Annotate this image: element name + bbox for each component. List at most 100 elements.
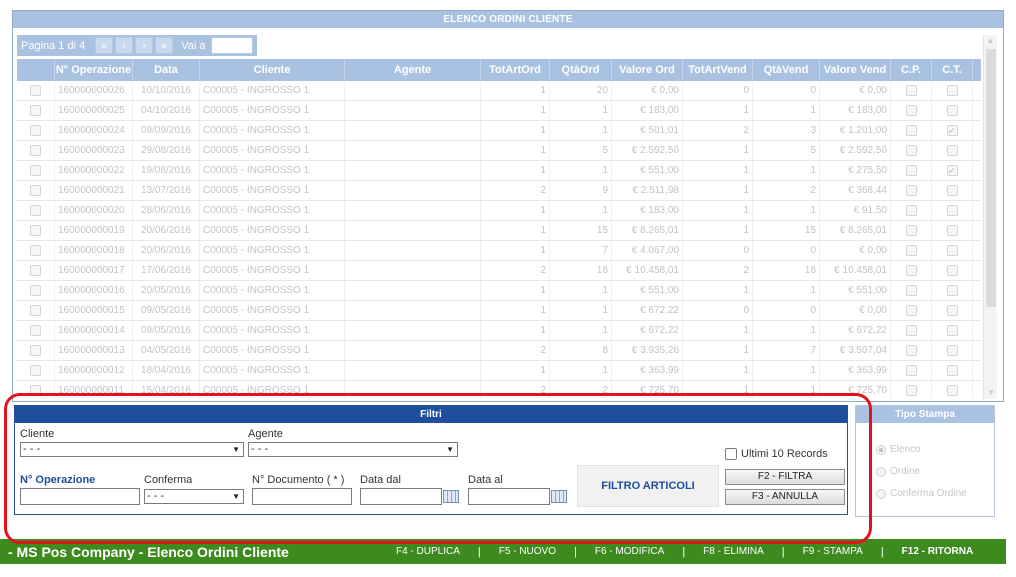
checkbox-icon[interactable] [946,325,958,336]
agente-select[interactable]: - - - ▼ [248,442,458,457]
radio-elenco[interactable]: Elenco [876,444,921,455]
table-row[interactable]: 160000000023 29/08/2016 C00005 - INGROSSO … [17,141,981,161]
checkbox-icon[interactable] [30,125,41,136]
checkbox-icon[interactable] [905,105,917,116]
checkbox-icon[interactable] [905,185,917,196]
table-row[interactable]: 160000000016 20/05/2016 C00005 - INGROSSO … [17,281,981,301]
header-qtavend[interactable]: QtàVend [753,59,820,81]
checkbox-icon[interactable] [946,225,958,236]
checkbox-icon[interactable] [946,162,958,180]
checkbox-icon[interactable] [30,105,41,116]
table-row[interactable]: 160000000019 20/06/2016 C00005 - INGROSSO … [17,221,981,241]
checkbox-icon[interactable] [946,365,958,376]
table-row[interactable]: 160000000012 18/04/2016 C00005 - INGROSSO … [17,361,981,381]
checkbox-icon[interactable] [30,145,41,156]
checkbox-icon[interactable] [905,305,917,316]
header-cp[interactable]: C.P. [891,59,932,81]
checkbox-icon[interactable] [946,205,958,216]
checkbox-icon[interactable] [30,365,41,376]
radio-conferma-ordine[interactable]: Conferma Ordine [876,488,967,499]
goto-page-input[interactable] [211,37,254,54]
filtra-button[interactable]: F2 - FILTRA [725,469,845,485]
checkbox-icon[interactable] [946,305,958,316]
checkbox-icon[interactable] [30,225,41,236]
table-row[interactable]: 160000000025 04/10/2016 C00005 - INGROSSO … [17,101,981,121]
calendar-icon[interactable] [551,490,567,503]
cliente-select[interactable]: - - - ▼ [20,442,244,457]
checkbox-icon[interactable] [30,325,41,336]
header-operazione[interactable]: N° Operazione [55,59,133,81]
checkbox-icon[interactable] [946,185,958,196]
table-row[interactable]: 160000000011 15/04/2016 C00005 - INGROSSO … [17,381,981,399]
header-valorevend[interactable]: Valore Vend [820,59,891,81]
checkbox-icon[interactable] [30,385,41,396]
checkbox-icon[interactable] [30,205,41,216]
checkbox-icon[interactable] [30,265,41,276]
checkbox-icon[interactable] [946,345,958,356]
table-row[interactable]: 160000000013 04/05/2016 C00005 - INGROSSO … [17,341,981,361]
header-ct[interactable]: C.T. [932,59,973,81]
filtro-articoli-button[interactable]: FILTRO ARTICOLI [577,465,719,507]
checkbox-icon[interactable] [905,385,917,396]
ultimi-checkbox-box[interactable] [725,448,737,460]
table-row[interactable]: 160000000022 19/08/2016 C00005 - INGROSSO … [17,161,981,181]
table-row[interactable]: 160000000026 10/10/2016 C00005 - INGROSSO … [17,81,981,101]
header-valoreord[interactable]: Valore Ord [612,59,683,81]
footer-key-ritorna[interactable]: F12 - RITORNA [884,546,992,557]
last-page-button[interactable]: » [155,37,174,54]
annulla-button[interactable]: F3 - ANNULLA [725,489,845,505]
checkbox-icon[interactable] [30,285,41,296]
checkbox-icon[interactable] [905,205,917,216]
footer-key-duplica[interactable]: F4 - DUPLICA [378,546,478,557]
checkbox-icon[interactable] [30,345,41,356]
checkbox-icon[interactable] [905,85,917,96]
table-row[interactable]: 160000000015 09/05/2016 C00005 - INGROSSO … [17,301,981,321]
data-al-input[interactable] [468,488,550,505]
checkbox-icon[interactable] [905,265,917,276]
data-dal-input[interactable] [360,488,442,505]
checkbox-icon[interactable] [30,245,41,256]
scroll-thumb[interactable] [986,49,996,307]
header-cliente[interactable]: Cliente [200,59,345,81]
calendar-icon[interactable] [443,490,459,503]
table-row[interactable]: 160000000024 09/09/2016 C00005 - INGROSSO … [17,121,981,141]
checkbox-icon[interactable] [30,165,41,176]
checkbox-icon[interactable] [30,305,41,316]
footer-key-stampa[interactable]: F9 - STAMPA [785,546,881,557]
header-totartord[interactable]: TotArtOrd [481,59,550,81]
header-data[interactable]: Data [133,59,200,81]
footer-key-nuovo[interactable]: F5 - NUOVO [481,546,574,557]
operazione-input[interactable] [20,488,140,505]
checkbox-icon[interactable] [946,265,958,276]
scroll-up-icon[interactable]: ▲ [984,35,997,47]
grid-scrollbar[interactable]: ▲ ▼ [983,35,997,399]
next-page-button[interactable]: › [135,37,154,54]
header-qtaord[interactable]: QtàOrd [550,59,612,81]
checkbox-icon[interactable] [946,285,958,296]
checkbox-icon[interactable] [905,125,917,136]
checkbox-icon[interactable] [30,85,41,96]
table-row[interactable]: 160000000018 20/06/2016 C00005 - INGROSSO … [17,241,981,261]
documento-input[interactable] [252,488,352,505]
checkbox-icon[interactable] [905,225,917,236]
radio-button[interactable] [876,488,886,499]
checkbox-icon[interactable] [946,245,958,256]
checkbox-icon[interactable] [30,185,41,196]
radio-ordine[interactable]: Ordine [876,466,920,477]
checkbox-icon[interactable] [905,165,917,176]
first-page-button[interactable]: « [95,37,114,54]
table-row[interactable]: 160000000021 13/07/2016 C00005 - INGROSSO … [17,181,981,201]
checkbox-icon[interactable] [905,285,917,296]
checkbox-icon[interactable] [905,345,917,356]
checkbox-icon[interactable] [905,325,917,336]
footer-key-elimina[interactable]: F8 - ELIMINA [685,546,782,557]
checkbox-icon[interactable] [946,105,958,116]
table-row[interactable]: 160000000017 17/06/2016 C00005 - INGROSSO … [17,261,981,281]
checkbox-icon[interactable] [905,365,917,376]
scroll-down-icon[interactable]: ▼ [984,387,998,399]
checkbox-icon[interactable] [946,385,958,396]
table-row[interactable]: 160000000020 28/06/2016 C00005 - INGROSSO … [17,201,981,221]
table-row[interactable]: 160000000014 09/05/2016 C00005 - INGROSSO … [17,321,981,341]
footer-key-modifica[interactable]: F6 - MODIFICA [577,546,682,557]
prev-page-button[interactable]: ‹ [115,37,134,54]
